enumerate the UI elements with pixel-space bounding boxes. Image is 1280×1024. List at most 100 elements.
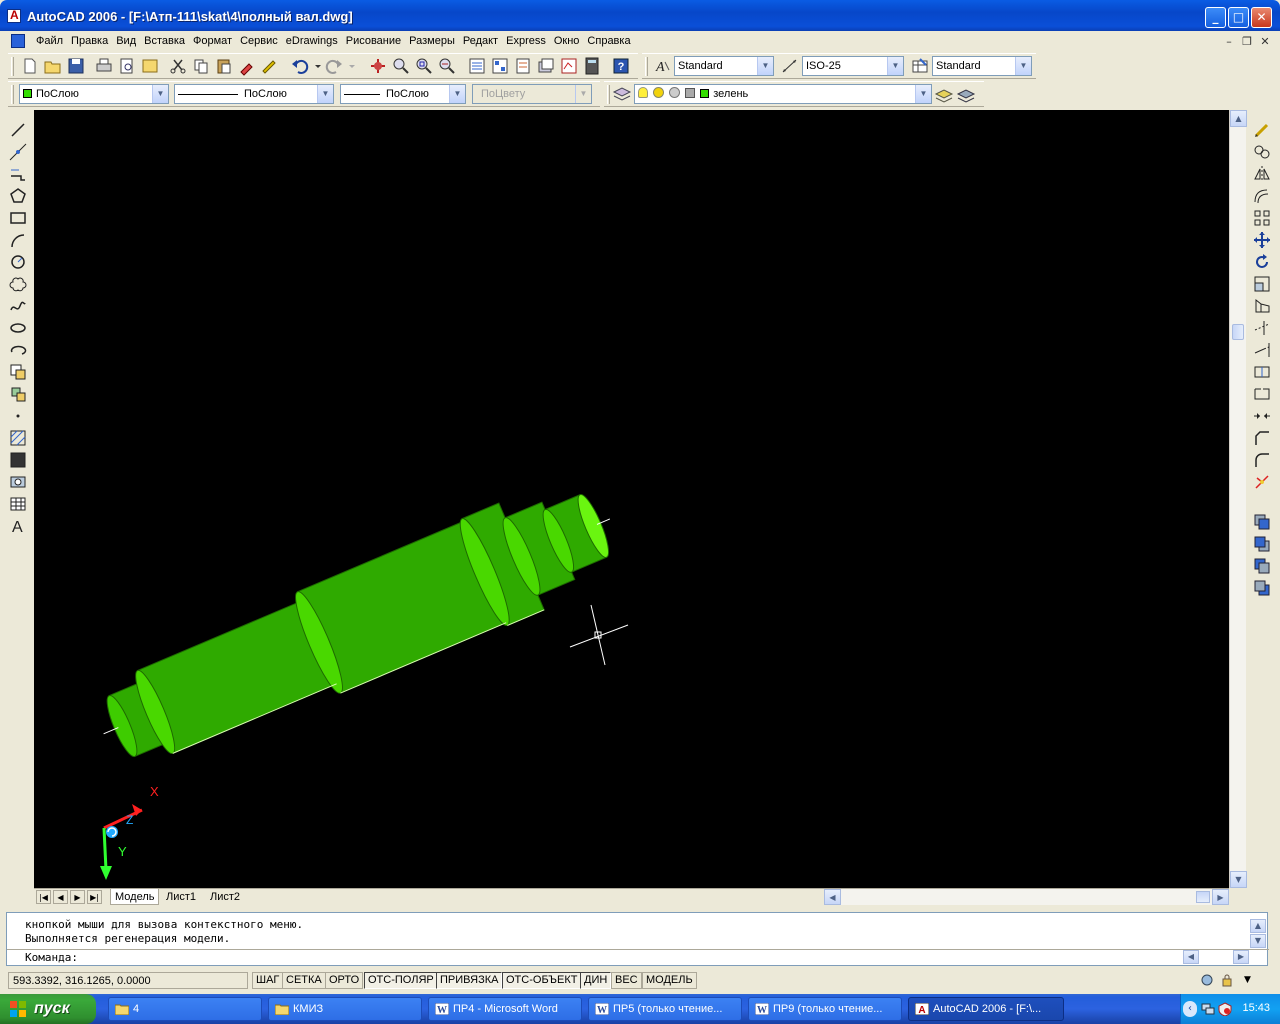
- title-bar[interactable]: AutoCAD 2006 - [F:\Атп-111\skat\4\полный…: [0, 0, 1280, 31]
- save-icon[interactable]: [66, 56, 86, 76]
- copy-icon[interactable]: [191, 56, 211, 76]
- menu-modify[interactable]: Редакт: [459, 34, 502, 48]
- tool-palettes-icon[interactable]: [513, 56, 533, 76]
- menu-dimension[interactable]: Размеры: [405, 34, 459, 48]
- tab-sheet1[interactable]: Лист1: [162, 889, 200, 905]
- trim-icon[interactable]: [1252, 318, 1272, 338]
- dyn-toggle[interactable]: ДИН: [580, 972, 612, 989]
- cut-icon[interactable]: [168, 56, 188, 76]
- hatch-icon[interactable]: [8, 428, 28, 448]
- last-tab-icon[interactable]: ▶|: [87, 890, 102, 904]
- minimize-button[interactable]: _: [1205, 7, 1226, 28]
- menu-help[interactable]: Справка: [583, 34, 634, 48]
- make-object-layer-current-icon[interactable]: [934, 84, 954, 104]
- menu-window[interactable]: Окно: [550, 34, 584, 48]
- erase-icon[interactable]: [1252, 120, 1272, 140]
- command-scroll-up-icon[interactable]: ▲: [1250, 919, 1266, 933]
- document-icon[interactable]: [11, 34, 25, 48]
- clock[interactable]: 15:43: [1242, 1002, 1270, 1014]
- ortho-toggle[interactable]: ОРТО: [325, 972, 364, 989]
- join-icon[interactable]: [1252, 406, 1272, 426]
- layer-control-select[interactable]: зелень ▼: [634, 84, 932, 104]
- revision-cloud-icon[interactable]: [8, 274, 28, 294]
- print-icon[interactable]: [94, 56, 114, 76]
- mirror-icon[interactable]: [1252, 164, 1272, 184]
- spline-icon[interactable]: [8, 296, 28, 316]
- plot-preview-icon[interactable]: [117, 56, 137, 76]
- dimension-style-select[interactable]: ISO-25 ▼: [802, 56, 904, 76]
- grid-toggle[interactable]: СЕТКА: [282, 972, 326, 989]
- break-icon[interactable]: [1252, 384, 1272, 404]
- layer-properties-icon[interactable]: [612, 84, 632, 104]
- taskbar-item-folder-kmiz[interactable]: КМИЗ: [268, 997, 422, 1021]
- lock-icon[interactable]: [685, 88, 696, 98]
- menu-edrawings[interactable]: eDrawings: [282, 34, 342, 48]
- fillet-icon[interactable]: [1252, 450, 1272, 470]
- autocad-app-icon[interactable]: [7, 8, 21, 23]
- offset-icon[interactable]: [1252, 186, 1272, 206]
- scroll-right-icon[interactable]: ▶: [1212, 889, 1229, 905]
- command-prompt[interactable]: Команда:: [25, 951, 78, 964]
- text-style-select[interactable]: Standard ▼: [674, 56, 774, 76]
- sun-icon[interactable]: [653, 87, 665, 98]
- model-space-canvas[interactable]: X Y Z: [34, 110, 1229, 888]
- polygon-icon[interactable]: [8, 186, 28, 206]
- redo-dropdown-icon[interactable]: [342, 56, 355, 76]
- status-menu-icon[interactable]: ▼: [1244, 973, 1256, 987]
- maximize-button[interactable]: □: [1228, 7, 1249, 28]
- zoom-previous-icon[interactable]: [437, 56, 457, 76]
- model-paper-toggle[interactable]: МОДЕЛЬ: [642, 972, 697, 989]
- otrack-toggle[interactable]: ОТС-ОБЪЕКТ: [502, 972, 582, 989]
- taskbar-item-word-pr9[interactable]: W ПР9 (только чтение...: [748, 997, 902, 1021]
- tab-model[interactable]: Модель: [110, 889, 160, 905]
- scroll-down-icon[interactable]: ▼: [1230, 871, 1247, 888]
- draworder-front-icon[interactable]: [1252, 512, 1272, 532]
- menu-express[interactable]: Express: [502, 34, 550, 48]
- circle-icon[interactable]: [8, 252, 28, 272]
- command-scroll-left-icon[interactable]: ◀: [1183, 950, 1199, 964]
- coordinates-display[interactable]: 593.3392, 316.1265, 0.0000: [8, 972, 248, 989]
- open-icon[interactable]: [43, 56, 63, 76]
- shaft-3d-model[interactable]: [81, 466, 633, 788]
- make-block-icon[interactable]: [8, 384, 28, 404]
- toolbar-grip[interactable]: [645, 57, 648, 76]
- tray-expand-icon[interactable]: ‹: [1183, 1001, 1197, 1017]
- security-alert-icon[interactable]: [1218, 1002, 1232, 1017]
- vertical-scroll-thumb[interactable]: [1232, 324, 1244, 340]
- break-at-point-icon[interactable]: [1252, 362, 1272, 382]
- help-icon[interactable]: ?: [611, 56, 631, 76]
- draworder-above-icon[interactable]: [1252, 556, 1272, 576]
- draworder-under-icon[interactable]: [1252, 578, 1272, 598]
- publish-icon[interactable]: [140, 56, 160, 76]
- ellipse-arc-icon[interactable]: [8, 340, 28, 360]
- move-icon[interactable]: [1252, 230, 1272, 250]
- menu-edit[interactable]: Правка: [67, 34, 112, 48]
- doc-minimize-button[interactable]: –: [1221, 35, 1237, 48]
- taskbar-item-folder-4[interactable]: 4: [108, 997, 262, 1021]
- viewport-freeze-icon[interactable]: [669, 87, 681, 98]
- menu-file[interactable]: Файл: [32, 34, 67, 48]
- gradient-icon[interactable]: [8, 450, 28, 470]
- toolbar-grip[interactable]: [11, 85, 14, 104]
- first-tab-icon[interactable]: |◀: [36, 890, 51, 904]
- point-icon[interactable]: [8, 406, 28, 426]
- draworder-back-icon[interactable]: [1252, 534, 1272, 554]
- tab-sheet2[interactable]: Лист2: [206, 889, 244, 905]
- properties-icon[interactable]: [467, 56, 487, 76]
- paste-icon[interactable]: [214, 56, 234, 76]
- network-icon[interactable]: [1201, 1002, 1215, 1016]
- menu-view[interactable]: Вид: [112, 34, 140, 48]
- dimension-style-icon[interactable]: [780, 56, 800, 76]
- region-icon[interactable]: [8, 472, 28, 492]
- polyline-icon[interactable]: [8, 164, 28, 184]
- array-icon[interactable]: [1252, 208, 1272, 228]
- sheet-set-manager-icon[interactable]: [536, 56, 556, 76]
- menu-format[interactable]: Формат: [189, 34, 236, 48]
- lineweight-toggle[interactable]: ВЕС: [611, 972, 642, 989]
- extend-icon[interactable]: [1252, 340, 1272, 360]
- new-icon[interactable]: [20, 56, 40, 76]
- zoom-realtime-icon[interactable]: [391, 56, 411, 76]
- line-icon[interactable]: [8, 120, 28, 140]
- scroll-left-icon[interactable]: ◀: [824, 889, 841, 905]
- color-control-select[interactable]: ПоСлою ▼: [19, 84, 169, 104]
